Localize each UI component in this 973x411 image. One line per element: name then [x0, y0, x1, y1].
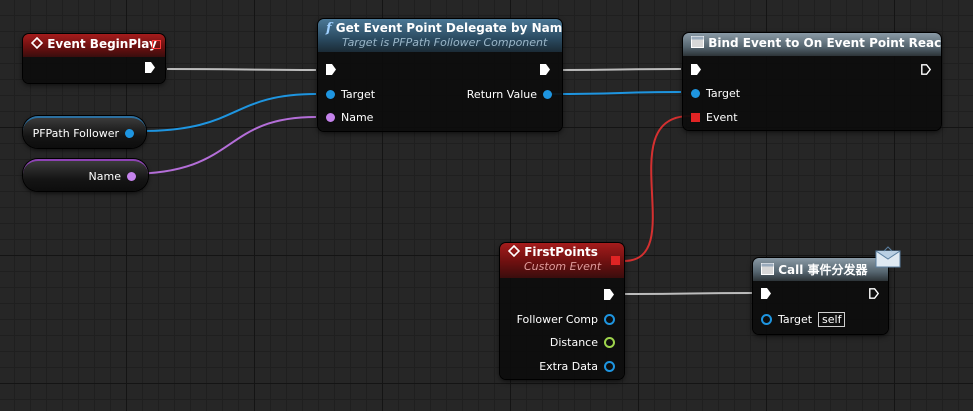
event-diamond-icon [30, 36, 44, 52]
object-out-pin[interactable] [125, 128, 134, 138]
exec-wire-beginplay[interactable] [166, 68, 317, 71]
pfpath-follower-variable[interactable]: PFPath Follower [23, 116, 146, 148]
firstpoints-subtitle: Custom Event [524, 260, 602, 273]
firstpoints-header: FirstPoints Custom Event [500, 243, 624, 278]
target-pin[interactable]: Target [691, 87, 740, 100]
firstpoints-title: FirstPoints [524, 245, 598, 259]
delegate-wire[interactable] [623, 115, 691, 262]
function-f-icon: f [326, 21, 332, 36]
exec-out-pin[interactable] [145, 62, 155, 73]
event-pin-label: Event [706, 111, 738, 124]
call-dispatcher-title: Call 事件分发器 [778, 263, 868, 277]
name-out-pin[interactable] [127, 171, 136, 181]
follower-comp-pin[interactable]: Follower Comp [517, 313, 615, 326]
pfpath-follower-label: PFPath Follower [32, 126, 119, 140]
return-value-pin[interactable]: Return Value [467, 88, 552, 101]
envelope-icon [875, 246, 901, 272]
call-dispatcher-node[interactable]: Call 事件分发器 Target self [753, 246, 901, 334]
exec-in-pin[interactable] [761, 288, 771, 299]
get-delegate-node[interactable]: f Get Event Point Delegate by Name Targe… [318, 19, 562, 131]
target-pin-label: Target [778, 313, 813, 326]
exec-out-pin[interactable] [540, 64, 550, 75]
firstpoints-event-node[interactable]: FirstPoints Custom Event Follower Comp D… [500, 243, 624, 379]
extra-data-pin[interactable]: Extra Data [539, 360, 615, 373]
name-variable-label: Name [88, 169, 121, 183]
target-pin[interactable]: Target self [761, 312, 846, 327]
exec-out-pin[interactable] [604, 289, 614, 300]
exec-out-pin[interactable] [869, 288, 879, 299]
target-pin[interactable]: Target [326, 88, 375, 101]
self-default-value[interactable]: self [818, 312, 846, 327]
call-dispatcher-header: Call 事件分发器 [753, 258, 888, 281]
name-pin-label: Name [341, 111, 374, 124]
follower-comp-label: Follower Comp [516, 313, 598, 326]
name-pin[interactable]: Name [326, 111, 373, 124]
exec-wire-firstpoints[interactable] [623, 292, 753, 295]
target-pin-label: Target [706, 87, 741, 100]
get-delegate-subtitle: Target is PFPath Follower Component [342, 36, 548, 49]
bind-event-header: Bind Event to On Event Point Reached [683, 33, 941, 56]
exec-in-pin[interactable] [691, 64, 701, 75]
delegate-output-pin[interactable] [611, 256, 620, 265]
event-beginplay-title: Event BeginPlay [47, 37, 157, 51]
distance-label: Distance [549, 336, 598, 349]
distance-pin[interactable]: Distance [550, 336, 615, 349]
delegate-output-icon[interactable] [152, 40, 161, 49]
event-beginplay-header: Event BeginPlay [23, 34, 165, 57]
name-variable[interactable]: Name [23, 159, 148, 191]
get-delegate-title: Get Event Point Delegate by Name [335, 21, 562, 35]
name-wire[interactable] [127, 116, 317, 175]
delegate-node-icon [691, 36, 704, 51]
extra-data-label: Extra Data [539, 360, 598, 373]
bind-event-title: Bind Event to On Event Point Reached [708, 36, 941, 50]
exec-out-pin[interactable] [921, 64, 931, 75]
exec-in-pin[interactable] [326, 64, 336, 75]
object-wire-pfpath[interactable] [141, 93, 317, 132]
object-wire-return[interactable] [551, 91, 682, 95]
bind-event-node[interactable]: Bind Event to On Event Point Reached Tar… [683, 33, 941, 130]
return-value-label: Return Value [466, 88, 537, 101]
event-diamond-icon [507, 244, 521, 260]
event-pin[interactable]: Event [691, 111, 738, 124]
exec-wire-delegate-to-bind[interactable] [561, 68, 682, 71]
event-beginplay-node[interactable]: Event BeginPlay [23, 34, 165, 83]
delegate-node-icon [761, 263, 774, 278]
target-pin-label: Target [341, 88, 376, 101]
get-delegate-header: f Get Event Point Delegate by Name Targe… [318, 19, 562, 52]
